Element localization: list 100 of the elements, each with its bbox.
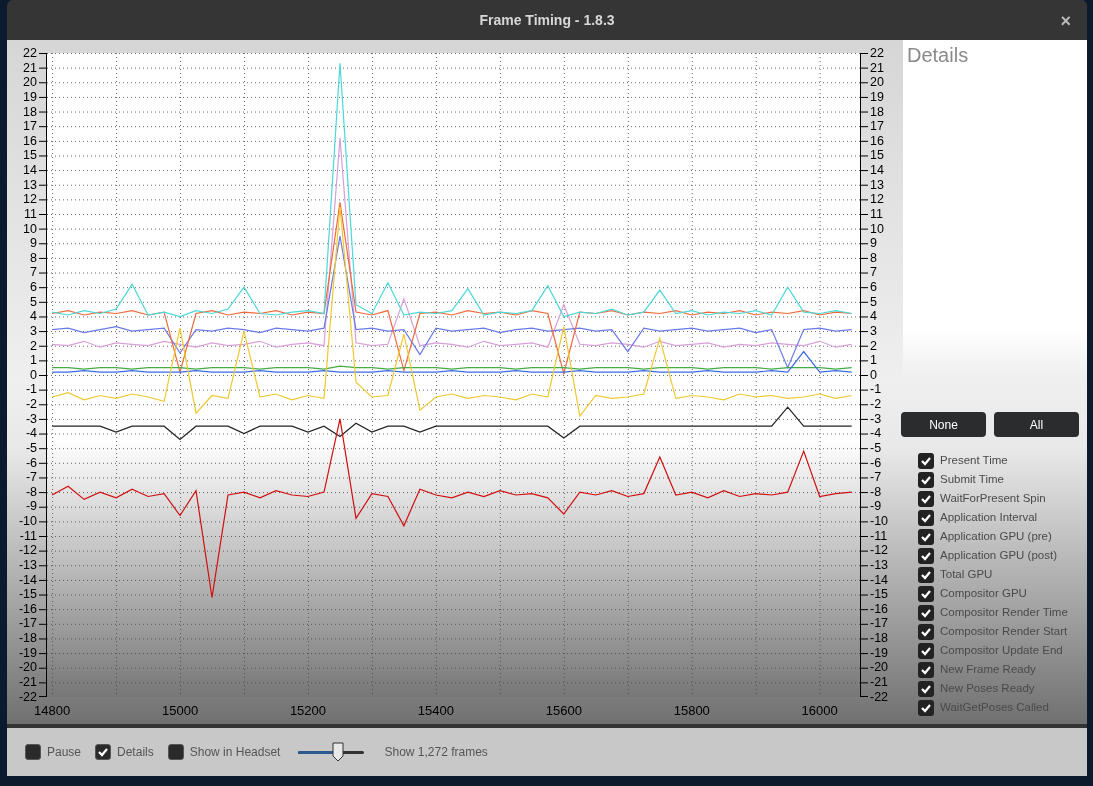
y-axis-label: 8 bbox=[30, 250, 37, 265]
y-axis-label: 6 bbox=[870, 280, 877, 294]
x-axis-label: 15000 bbox=[160, 702, 200, 720]
y-axis-label: -22 bbox=[870, 689, 889, 704]
checkbox[interactable] bbox=[918, 491, 934, 507]
y-axis-label: -18 bbox=[18, 631, 37, 645]
checkbox[interactable] bbox=[918, 567, 934, 583]
checkmark-icon bbox=[920, 588, 932, 600]
checkbox[interactable] bbox=[167, 744, 184, 760]
slider-thumb[interactable] bbox=[332, 742, 345, 762]
y-axis-label: 4 bbox=[30, 309, 37, 324]
series-label: Submit Time bbox=[940, 472, 1004, 488]
y-axis-label: -12 bbox=[18, 543, 37, 558]
checkmark-icon bbox=[920, 664, 932, 676]
checkbox[interactable] bbox=[918, 586, 934, 602]
checkbox[interactable] bbox=[918, 643, 934, 659]
series-label: New Frame Ready bbox=[940, 662, 1036, 678]
y-axis-label: -1 bbox=[870, 382, 882, 397]
y-axis-label: -16 bbox=[870, 601, 889, 616]
checkbox[interactable] bbox=[918, 624, 934, 640]
all-button[interactable]: All bbox=[994, 412, 1079, 437]
checkmark-icon bbox=[920, 550, 932, 562]
y-axis-label: 1 bbox=[870, 353, 877, 368]
x-axis-label: 16000 bbox=[800, 702, 839, 720]
y-axis-label: 11 bbox=[24, 206, 37, 221]
checkbox[interactable] bbox=[918, 700, 934, 716]
checkbox[interactable] bbox=[918, 453, 934, 469]
series-label: Compositor Render Start bbox=[940, 624, 1068, 640]
y-axis-label: -1 bbox=[25, 382, 37, 397]
toggle-label: Show in Headset bbox=[189, 744, 281, 761]
checkbox[interactable] bbox=[918, 662, 934, 678]
y-axis-label: -14 bbox=[870, 572, 889, 587]
y-axis-label: -13 bbox=[18, 557, 37, 572]
series-label: Compositor GPU bbox=[940, 586, 1027, 602]
frames-slider[interactable] bbox=[298, 742, 365, 762]
checkmark-icon bbox=[920, 683, 932, 695]
checkbox[interactable] bbox=[918, 548, 934, 564]
y-axis-label: -20 bbox=[18, 660, 37, 675]
y-axis-label: -17 bbox=[870, 616, 889, 631]
y-axis-label: 6 bbox=[30, 280, 37, 294]
y-axis-label: -20 bbox=[870, 660, 889, 675]
checkbox[interactable] bbox=[95, 744, 112, 760]
series-label: Compositor Render Time bbox=[940, 605, 1068, 621]
y-axis-label: -15 bbox=[18, 587, 37, 602]
y-axis-label: 4 bbox=[870, 309, 877, 324]
none-button[interactable]: None bbox=[901, 412, 986, 437]
y-axis-label: -12 bbox=[870, 543, 889, 558]
y-axis-label: 13 bbox=[870, 177, 884, 192]
y-axis-label: 3 bbox=[30, 323, 37, 338]
toggle-label: Details bbox=[117, 744, 154, 761]
x-axis-label: 15400 bbox=[416, 702, 455, 720]
y-axis-label: 20 bbox=[23, 75, 37, 90]
y-axis-label: 12 bbox=[23, 192, 37, 207]
y-axis-label: -2 bbox=[25, 397, 37, 411]
y-axis-label: 21 bbox=[23, 60, 37, 75]
y-axis-label: -5 bbox=[870, 440, 882, 455]
y-axis-label: -21 bbox=[18, 674, 37, 689]
checkbox[interactable] bbox=[918, 605, 934, 621]
checkbox[interactable] bbox=[918, 529, 934, 545]
checkbox[interactable] bbox=[918, 510, 934, 526]
checkbox[interactable] bbox=[918, 681, 934, 697]
y-axis-label: -3 bbox=[25, 411, 37, 426]
series-label: WaitForPresent Spin bbox=[940, 491, 1046, 507]
y-axis-label: 20 bbox=[870, 75, 884, 90]
y-axis-label: 0 bbox=[30, 367, 37, 382]
y-axis-label: -10 bbox=[18, 514, 37, 528]
y-axis-label: 2 bbox=[870, 338, 877, 353]
y-axis-label: 0 bbox=[870, 367, 877, 382]
toggle-label: Pause bbox=[47, 744, 82, 761]
y-axis-label: 18 bbox=[870, 104, 884, 119]
y-axis-label: 7 bbox=[30, 265, 37, 280]
y-axis-label: 2 bbox=[30, 338, 37, 353]
y-axis-label: -19 bbox=[18, 645, 37, 660]
y-axis-label: 19 bbox=[870, 89, 884, 104]
y-axis-label: -15 bbox=[870, 587, 889, 602]
y-axis-label: 8 bbox=[870, 250, 877, 265]
checkmark-icon bbox=[920, 474, 932, 486]
y-axis-label: 21 bbox=[870, 60, 884, 75]
frames-count-label: Show 1,272 frames bbox=[384, 744, 488, 761]
checkmark-icon bbox=[920, 702, 932, 714]
series-label: Application GPU (pre) bbox=[940, 529, 1052, 545]
y-axis-label: -11 bbox=[19, 528, 37, 543]
x-axis-label: 15800 bbox=[672, 702, 711, 720]
checkbox[interactable] bbox=[25, 744, 41, 760]
y-axis-label: 11 bbox=[870, 206, 883, 221]
y-axis-label: -7 bbox=[870, 470, 882, 485]
y-axis-label: 17 bbox=[23, 119, 37, 134]
y-axis-label: -17 bbox=[18, 616, 37, 631]
y-axis-label: 14 bbox=[870, 163, 884, 177]
y-axis-label: -22 bbox=[18, 689, 37, 704]
y-axis-label: 1 bbox=[30, 353, 37, 368]
y-axis-label: 12 bbox=[870, 192, 884, 207]
checkbox[interactable] bbox=[918, 472, 934, 488]
y-axis-label: -19 bbox=[870, 645, 889, 660]
y-axis-label: -2 bbox=[870, 397, 882, 411]
y-axis-label: 9 bbox=[30, 236, 37, 251]
y-axis-label: -6 bbox=[870, 455, 882, 470]
checkmark-icon bbox=[920, 493, 932, 505]
close-button[interactable]: × bbox=[1060, 8, 1071, 35]
y-axis-label: -18 bbox=[870, 631, 889, 645]
